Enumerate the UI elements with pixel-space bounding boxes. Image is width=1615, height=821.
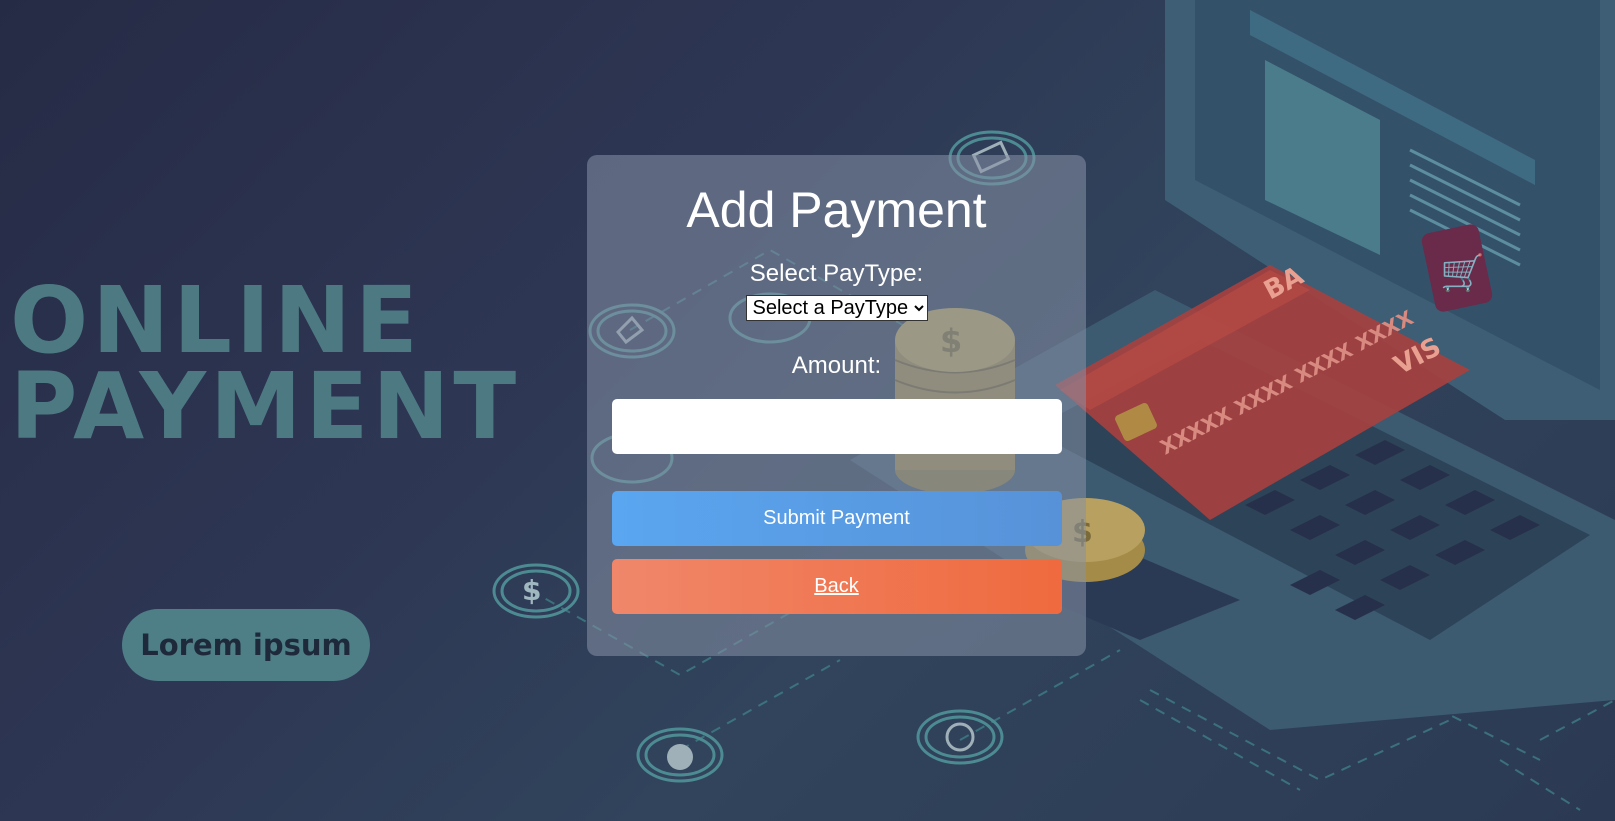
page-title: Add Payment bbox=[686, 182, 987, 238]
paytype-select-wrapper: Select a PayType bbox=[587, 295, 1086, 321]
hero-headline: ONLINE PAYMENT bbox=[10, 267, 521, 460]
hero-headline-line2: PAYMENT bbox=[10, 353, 521, 460]
hero-pill: Lorem ipsum bbox=[122, 609, 370, 681]
svg-text:$: $ bbox=[522, 574, 541, 607]
hero-headline-line1: ONLINE bbox=[10, 267, 422, 374]
paytype-select[interactable]: Select a PayType bbox=[745, 295, 928, 321]
add-payment-form: Add Payment Select PayType: Select a Pay… bbox=[587, 155, 1086, 656]
amount-label: Amount: bbox=[791, 352, 882, 379]
amount-input[interactable] bbox=[611, 399, 1062, 454]
submit-payment-button[interactable]: Submit Payment bbox=[611, 491, 1062, 546]
back-link[interactable]: Back bbox=[611, 559, 1062, 614]
paytype-label: Select PayType: bbox=[749, 260, 924, 287]
svg-text:🛒: 🛒 bbox=[1440, 252, 1485, 294]
globe-circle-icon bbox=[916, 709, 1004, 765]
page: 🛒 XXXXX XXXX XXXX XXXX BA VIS $ ONLINE P… bbox=[0, 0, 1615, 821]
